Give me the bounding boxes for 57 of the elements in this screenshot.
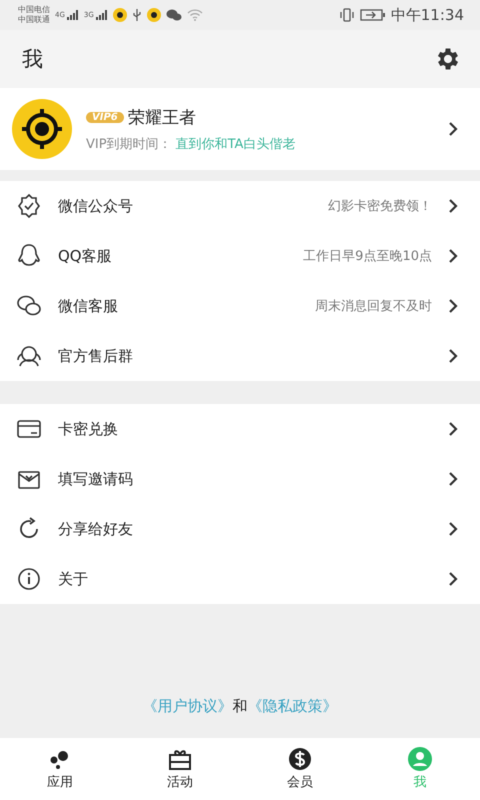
chevron-icon <box>448 248 458 264</box>
signal-icon <box>96 10 108 20</box>
badge-icon <box>16 193 42 219</box>
app-notification-icon <box>146 8 161 22</box>
menu-row[interactable]: 微信客服 周末消息回复不及时 <box>0 281 480 331</box>
menu-row[interactable]: 微信公众号 幻影卡密免费领！ <box>0 181 480 231</box>
chevron-icon <box>448 121 458 137</box>
menu-label: 官方售后群 <box>58 346 134 366</box>
chevron-icon <box>448 348 458 364</box>
avatar-icon <box>12 99 72 159</box>
page-title: 我 <box>22 46 43 73</box>
menu-row[interactable]: 关于 <box>0 554 480 604</box>
menu-label: 微信公众号 <box>58 196 134 216</box>
user-icon <box>408 747 432 771</box>
user-name: 荣耀王者 <box>128 106 196 128</box>
chevron-icon <box>448 298 458 314</box>
wechat-icon <box>166 8 182 22</box>
carrier-name: 中国电信 <box>18 5 50 15</box>
vip-expiry-value: 直到你和TA白头偕老 <box>176 136 296 152</box>
profile-card[interactable]: VIP6 荣耀王者 VIP到期时间： 直到你和TA白头偕老 <box>0 88 480 170</box>
tab[interactable]: 会员 <box>240 738 360 800</box>
menu-label: 卡密兑换 <box>58 420 119 438</box>
people-icon <box>16 343 42 369</box>
wifi-icon <box>186 9 203 21</box>
menu-row[interactable]: 卡密兑换 <box>0 404 480 454</box>
carrier-name: 中国联通 <box>18 15 50 25</box>
menu-row[interactable]: QQ客服 工作日早9点至晚10点 <box>0 231 480 281</box>
usb-icon <box>132 8 142 22</box>
tab[interactable]: 活动 <box>120 738 240 800</box>
menu-note: 幻影卡密免费领！ <box>328 198 432 215</box>
app-notification-icon <box>112 8 127 22</box>
menu-note: 工作日早9点至晚10点 <box>303 248 432 265</box>
battery-icon <box>360 9 386 21</box>
vip-expiry-label: VIP到期时间： <box>86 136 172 152</box>
vibrate-icon <box>338 8 355 22</box>
penguin-icon <box>16 243 42 269</box>
menu-row[interactable]: 分享给好友 <box>0 504 480 554</box>
menu-note: 周末消息回复不及时 <box>315 298 432 315</box>
vip-badge: VIP6 <box>86 112 124 122</box>
chevron-icon <box>448 198 458 214</box>
menu-label: 关于 <box>58 570 89 588</box>
chevron-icon <box>448 471 458 487</box>
menu-label: 分享给好友 <box>58 520 134 538</box>
chevron-icon <box>448 421 458 437</box>
info-icon <box>16 566 42 592</box>
chevron-icon <box>448 521 458 537</box>
signal-icon <box>66 10 79 20</box>
joiner-text: 和 <box>232 697 248 716</box>
tab[interactable]: 应用 <box>0 738 120 800</box>
menu-label: 填写邀请码 <box>58 470 134 488</box>
clock-time: 中午11:34 <box>390 6 464 24</box>
chevron-icon <box>448 571 458 587</box>
menu-row[interactable]: 填写邀请码 <box>0 454 480 504</box>
menu-label: 微信客服 <box>58 296 119 316</box>
dollar-coin-icon <box>288 747 312 771</box>
menu-row[interactable]: 官方售后群 <box>0 331 480 381</box>
menu-label: QQ客服 <box>58 246 113 266</box>
